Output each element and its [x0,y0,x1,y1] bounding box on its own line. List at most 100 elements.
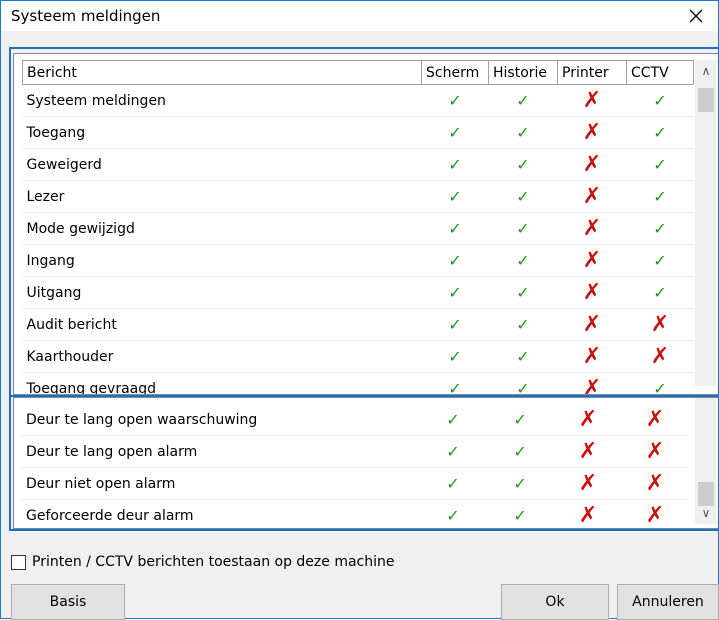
scherm-cell[interactable]: ✓ [421,148,489,181]
printer-cell[interactable]: ✗ [554,404,622,436]
message-name: Toegang [22,116,422,149]
printer-cell[interactable]: ✗ [557,276,627,309]
allow-print-cctv-checkbox[interactable] [11,554,26,570]
table-row[interactable]: Systeem meldingen ✓ ✓ ✗ ✓ [22,84,694,117]
vertical-scrollbar-lower[interactable]: ∨ [695,398,717,524]
message-list-continued[interactable]: Deur te lang open waarschuwing ✓ ✓ ✗ ✗ Deur t… [13,397,719,529]
table-row[interactable]: Ingang ✓ ✓ ✗ ✓ [22,244,694,277]
cross-icon: ✗ [645,439,665,464]
cctv-cell[interactable]: ✗ [626,340,694,373]
historie-cell[interactable]: ✓ [488,308,558,341]
check-icon: ✓ [653,155,667,174]
ok-button[interactable]: Ok [501,584,609,620]
printer-cell[interactable]: ✗ [557,148,627,181]
scherm-cell[interactable]: ✓ [421,372,489,394]
table-row[interactable]: Uitgang ✓ ✓ ✗ ✓ [22,276,694,309]
cancel-button[interactable]: Annuleren [617,584,719,620]
printer-cell[interactable]: ✗ [557,372,627,394]
printer-cell[interactable]: ✗ [557,212,627,245]
close-icon[interactable] [674,1,718,31]
historie-cell[interactable]: ✓ [488,84,558,117]
scherm-cell[interactable]: ✓ [421,276,489,309]
table-row[interactable]: Kaarthouder ✓ ✓ ✗ ✗ [22,340,694,373]
historie-cell[interactable]: ✓ [488,276,558,309]
scroll-up-icon[interactable]: ∧ [695,60,717,82]
cctv-cell[interactable]: ✓ [626,180,694,213]
message-name: Toegang gevraagd [22,372,422,394]
printer-cell[interactable]: ✗ [557,340,627,373]
printer-cell[interactable]: ✗ [554,499,622,528]
historie-cell[interactable]: ✓ [486,435,554,468]
check-icon: ✓ [513,506,527,525]
allow-print-cctv-option[interactable]: Printen / CCTV berichten toestaan op dez… [11,554,395,570]
scherm-cell[interactable]: ✓ [420,499,486,528]
scroll-thumb[interactable] [698,88,714,112]
table-row[interactable]: Deur te lang open alarm ✓ ✓ ✗ ✗ [22,435,688,468]
message-name: Geforceerde deur alarm [22,499,420,528]
scherm-cell[interactable]: ✓ [421,212,489,245]
cctv-cell[interactable]: ✓ [626,244,694,277]
printer-cell[interactable]: ✗ [554,435,622,468]
historie-cell[interactable]: ✓ [486,467,554,500]
column-header-bericht[interactable]: Bericht [22,60,422,85]
scherm-cell[interactable]: ✓ [421,340,489,373]
scroll-down-icon[interactable]: ∨ [695,502,717,524]
table-row[interactable]: Toegang gevraagd ✓ ✓ ✗ ✓ [22,372,694,395]
basis-button[interactable]: Basis [11,584,125,620]
printer-cell[interactable]: ✗ [557,84,627,117]
cctv-cell[interactable]: ✓ [626,276,694,309]
cctv-cell[interactable]: ✓ [626,372,694,395]
table-row[interactable]: Deur te lang open waarschuwing ✓ ✓ ✗ ✗ [22,404,688,436]
historie-cell[interactable]: ✓ [488,340,558,373]
table-row[interactable]: Audit bericht ✓ ✓ ✗ ✗ [22,308,694,341]
historie-cell[interactable]: ✓ [488,212,558,245]
printer-cell[interactable]: ✗ [557,116,627,149]
check-icon: ✓ [653,379,667,395]
cctv-cell[interactable]: ✓ [626,116,694,149]
scherm-cell[interactable]: ✓ [421,116,489,149]
cctv-cell[interactable]: ✗ [622,435,688,468]
cctv-cell[interactable]: ✗ [626,308,694,341]
table-row[interactable]: Geforceerde deur alarm ✓ ✓ ✗ ✗ [22,499,688,528]
scherm-cell[interactable]: ✓ [420,435,486,468]
table-row[interactable]: Mode gewijzigd ✓ ✓ ✗ ✓ [22,212,694,245]
column-header-printer[interactable]: Printer [557,60,627,85]
scherm-cell[interactable]: ✓ [420,404,486,436]
printer-cell[interactable]: ✗ [554,467,622,500]
message-name: Deur te lang open alarm [22,435,420,468]
historie-cell[interactable]: ✓ [486,499,554,528]
historie-cell[interactable]: ✓ [488,244,558,277]
cctv-cell[interactable]: ✗ [622,499,688,528]
column-header-cctv[interactable]: CCTV [626,60,694,85]
cctv-cell[interactable]: ✓ [626,148,694,181]
check-icon: ✓ [448,347,462,366]
check-icon: ✓ [653,283,667,302]
historie-cell[interactable]: ✓ [488,116,558,149]
historie-cell[interactable]: ✓ [488,372,558,394]
cctv-cell[interactable]: ✗ [622,467,688,500]
table-row[interactable]: Lezer ✓ ✓ ✗ ✓ [22,180,694,213]
cross-icon: ✗ [582,248,602,273]
historie-cell[interactable]: ✓ [486,404,554,436]
historie-cell[interactable]: ✓ [488,148,558,181]
scherm-cell[interactable]: ✓ [421,308,489,341]
scherm-cell[interactable]: ✓ [421,244,489,277]
message-list[interactable]: Bericht Scherm Historie Printer CCTV Sys… [13,53,719,395]
column-header-scherm[interactable]: Scherm [421,60,489,85]
historie-cell[interactable]: ✓ [488,180,558,213]
printer-cell[interactable]: ✗ [557,244,627,277]
printer-cell[interactable]: ✗ [557,308,627,341]
cctv-cell[interactable]: ✓ [626,212,694,245]
cctv-cell[interactable]: ✓ [626,84,694,117]
scherm-cell[interactable]: ✓ [421,84,489,117]
cross-icon: ✗ [582,216,602,241]
column-header-historie[interactable]: Historie [488,60,558,85]
scherm-cell[interactable]: ✓ [420,467,486,500]
printer-cell[interactable]: ✗ [557,180,627,213]
vertical-scrollbar[interactable]: ∧ [695,60,717,386]
cctv-cell[interactable]: ✗ [622,404,688,436]
table-row[interactable]: Toegang ✓ ✓ ✗ ✓ [22,116,694,149]
table-row[interactable]: Geweigerd ✓ ✓ ✗ ✓ [22,148,694,181]
table-row[interactable]: Deur niet open alarm ✓ ✓ ✗ ✗ [22,467,688,500]
scherm-cell[interactable]: ✓ [421,180,489,213]
